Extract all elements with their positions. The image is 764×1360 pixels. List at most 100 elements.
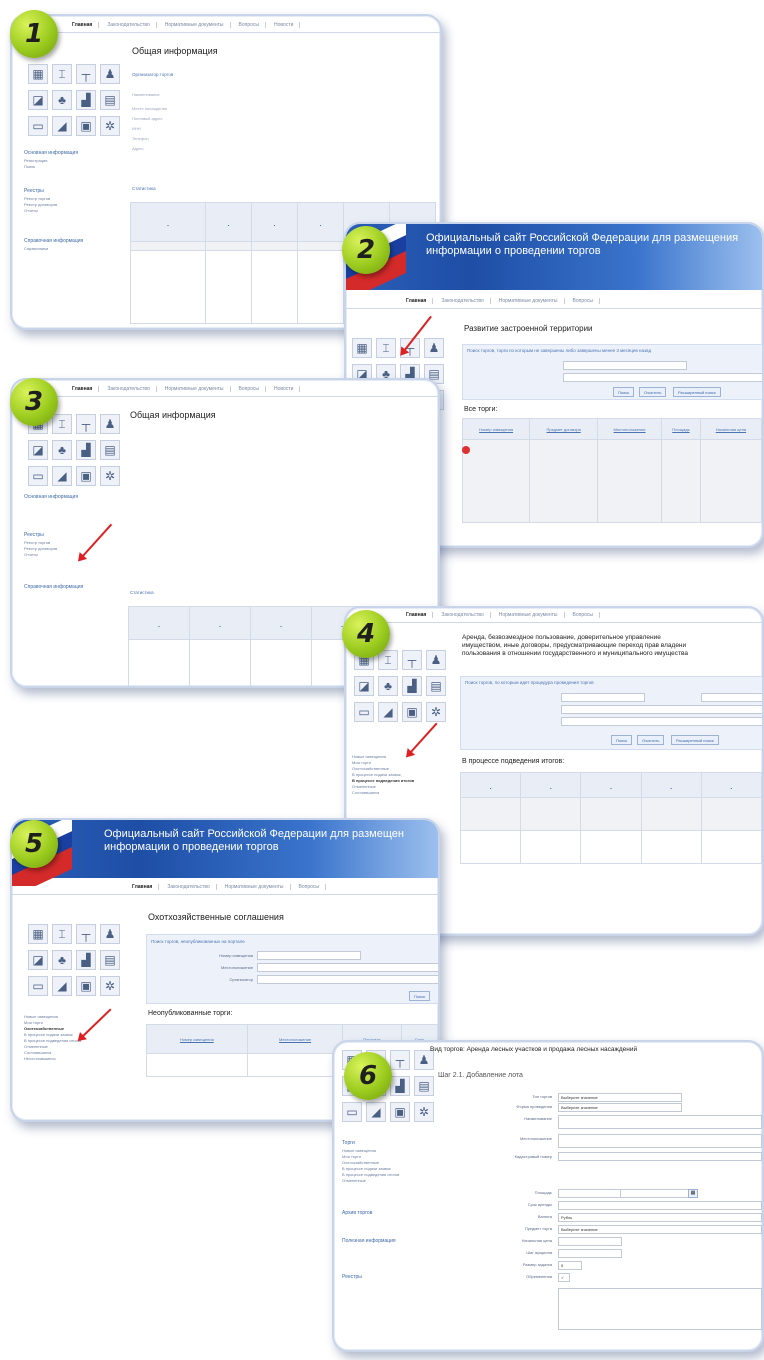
person-icon[interactable]: ♟	[424, 338, 444, 358]
gun-icon[interactable]: ◢	[378, 702, 398, 722]
tractor-icon[interactable]: ◪	[354, 676, 374, 696]
nav-item[interactable]: Новости	[274, 386, 301, 392]
tower-icon[interactable]: ┬	[402, 650, 422, 670]
crane-icon[interactable]: ⌶	[52, 924, 72, 944]
column-header[interactable]	[459, 772, 522, 798]
forest-icon[interactable]: ♣	[52, 440, 72, 460]
calendar-icon[interactable]: ▦	[688, 1189, 698, 1198]
lot-field[interactable]	[558, 1249, 622, 1258]
document-icon[interactable]: ▣	[76, 116, 96, 136]
crane-icon[interactable]: ⌶	[52, 64, 72, 84]
lot-field[interactable]: Выберите значение	[558, 1103, 682, 1112]
person-icon[interactable]: ♟	[100, 924, 120, 944]
nav-item[interactable]: Вопросы	[239, 22, 267, 28]
column-header[interactable]	[250, 606, 312, 640]
currency-field[interactable]: Рубль	[558, 1213, 762, 1222]
sidebar-item[interactable]: Справочники	[24, 246, 48, 252]
sidebar-item[interactable]: Несостоявшиеся	[24, 1056, 81, 1062]
document-icon[interactable]: ▣	[402, 702, 422, 722]
nav-item-home[interactable]: Главная	[406, 612, 434, 618]
delete-icon[interactable]	[462, 446, 470, 454]
nav-item[interactable]: Законодательство	[107, 386, 157, 392]
column-header[interactable]	[205, 202, 252, 242]
lot-field[interactable]: 5	[558, 1261, 582, 1270]
crane-icon[interactable]: ⌶	[376, 338, 396, 358]
column-header[interactable]: Площадь	[661, 418, 701, 440]
column-header[interactable]	[189, 606, 251, 640]
column-header[interactable]	[128, 606, 190, 640]
lot-field[interactable]: Выберите значение	[558, 1225, 762, 1234]
chart-icon[interactable]: ▟	[402, 676, 422, 696]
location-input[interactable]	[561, 705, 762, 714]
nav-item-home[interactable]: Главная	[406, 298, 434, 304]
gear-icon[interactable]: ✲	[414, 1102, 434, 1122]
field-icon[interactable]: ▭	[342, 1102, 362, 1122]
document-icon[interactable]: ▣	[76, 976, 96, 996]
nav-item-home[interactable]: Главная	[72, 386, 100, 392]
nav-item[interactable]: Вопросы	[573, 612, 601, 618]
lot-field[interactable]	[558, 1152, 762, 1161]
nav-item[interactable]: Вопросы	[239, 386, 267, 392]
table-row[interactable]	[461, 439, 762, 523]
nav-item[interactable]: Вопросы	[299, 884, 327, 890]
nav-item[interactable]: Вопросы	[573, 298, 601, 304]
table-row[interactable]	[459, 797, 762, 831]
tower-icon[interactable]: ┬	[390, 1050, 410, 1070]
section-link[interactable]: Организатор торгов	[132, 72, 173, 77]
notice-number-input[interactable]	[563, 361, 687, 370]
lot-field[interactable]	[558, 1134, 762, 1148]
chart-icon[interactable]: ▟	[390, 1076, 410, 1096]
column-header[interactable]	[520, 772, 582, 798]
sidebar-item[interactable]: Поиск	[24, 164, 47, 170]
search-button[interactable]: Поиск	[611, 735, 633, 745]
column-header[interactable]: Местоположение	[597, 418, 663, 440]
nav-item[interactable]: Законодательство	[441, 612, 491, 618]
nav-item-home[interactable]: Главная	[132, 884, 160, 890]
date-input[interactable]	[701, 693, 762, 702]
organizer-input[interactable]	[257, 975, 438, 984]
nav-item[interactable]: Нормативные документы	[165, 22, 231, 28]
person-icon[interactable]: ♟	[414, 1050, 434, 1070]
chart-icon[interactable]: ▟	[76, 950, 96, 970]
gun-icon[interactable]: ◢	[52, 116, 72, 136]
column-header[interactable]	[251, 202, 298, 242]
sidebar-item[interactable]: Отчеты	[24, 552, 57, 558]
factory-icon[interactable]: ▤	[414, 1076, 434, 1096]
lot-field[interactable]	[558, 1115, 762, 1129]
nav-item[interactable]: Законодательство	[107, 22, 157, 28]
nav-item[interactable]: Нормативные документы	[165, 386, 231, 392]
notice-number-input[interactable]	[561, 693, 645, 702]
sidebar-item[interactable]: Отмененные	[342, 1178, 399, 1184]
column-header[interactable]: Местоположение	[246, 1024, 344, 1054]
nav-item[interactable]: Нормативные документы	[499, 612, 565, 618]
sidebar-item[interactable]: Состоявшиеся	[352, 790, 414, 796]
crane-icon[interactable]: ⌶	[378, 650, 398, 670]
field-icon[interactable]: ▭	[28, 116, 48, 136]
column-header[interactable]: Номер извещения	[146, 1024, 248, 1054]
column-header[interactable]	[640, 772, 702, 798]
document-icon[interactable]: ▣	[76, 466, 96, 486]
gear-icon[interactable]: ✲	[100, 466, 120, 486]
sidebar-item[interactable]: Отчеты	[24, 208, 57, 214]
clear-button[interactable]: Очистить	[639, 387, 667, 397]
factory-icon[interactable]: ▤	[100, 950, 120, 970]
lot-field[interactable]	[558, 1237, 622, 1246]
field-icon[interactable]: ▭	[28, 466, 48, 486]
location-input[interactable]	[563, 373, 762, 382]
description-textarea[interactable]	[558, 1288, 762, 1330]
organizer-input[interactable]	[561, 717, 762, 726]
nav-item[interactable]: Законодательство	[167, 884, 217, 890]
nav-item[interactable]: Нормативные документы	[225, 884, 291, 890]
lot-field[interactable]: Выберите значение	[558, 1093, 682, 1102]
tower-icon[interactable]: ┬	[76, 414, 96, 434]
column-header[interactable]	[580, 772, 642, 798]
location-input[interactable]	[257, 963, 438, 972]
lot-field[interactable]	[558, 1201, 762, 1210]
gun-icon[interactable]: ◢	[366, 1102, 386, 1122]
unit-select[interactable]	[620, 1189, 690, 1198]
gun-icon[interactable]: ◢	[52, 976, 72, 996]
building-icon[interactable]: ▦	[28, 64, 48, 84]
person-icon[interactable]: ♟	[426, 650, 446, 670]
tractor-icon[interactable]: ◪	[28, 90, 48, 110]
forest-icon[interactable]: ♣	[378, 676, 398, 696]
